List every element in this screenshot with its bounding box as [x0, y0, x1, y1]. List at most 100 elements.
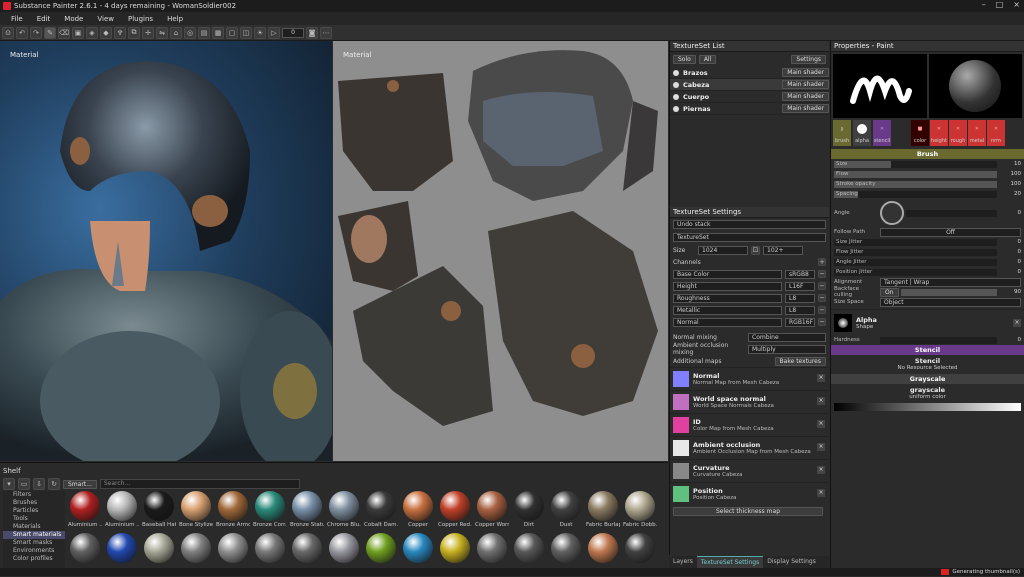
menu-edit[interactable]: Edit: [30, 15, 58, 23]
select-tool-icon[interactable]: ⊙: [2, 26, 14, 39]
baked-map-item[interactable]: ID Color Map from Mesh Cabeza ×: [670, 413, 829, 436]
material-preview[interactable]: [928, 54, 1022, 118]
shelf-category-item[interactable]: Environments: [3, 547, 65, 555]
material-channel-slot[interactable]: ✕ nrm: [987, 120, 1005, 146]
baked-map-item[interactable]: Curvature Curvature Cabeza ×: [670, 459, 829, 482]
brush-param-value[interactable]: 20: [999, 191, 1021, 197]
ao-mixing-dropdown[interactable]: Multiply: [748, 344, 826, 354]
textureset-row[interactable]: Cabeza Main shader: [670, 79, 829, 91]
light-icon[interactable]: ☀: [254, 26, 266, 39]
channel-format-dropdown[interactable]: L8: [785, 293, 815, 303]
camera-icon[interactable]: ⌂: [170, 26, 182, 39]
normal-mixing-dropdown[interactable]: Combine: [748, 332, 826, 342]
jitter-slider[interactable]: Size Jitter: [834, 238, 997, 246]
cube-icon[interactable]: ▢: [226, 26, 238, 39]
grayscale-gradient[interactable]: [834, 403, 1021, 411]
hardness-slider[interactable]: [880, 336, 997, 344]
close-icon[interactable]: ×: [1013, 0, 1020, 9]
settings-button[interactable]: Settings: [791, 55, 826, 64]
remove-map-icon[interactable]: ×: [817, 420, 825, 428]
size-dropdown[interactable]: 1024: [698, 245, 748, 255]
remove-map-icon[interactable]: ×: [817, 443, 825, 451]
material-channel-slot[interactable]: ✕ rough: [949, 120, 967, 146]
stencil-section-header[interactable]: Stencil: [831, 345, 1024, 355]
viewport-2d[interactable]: Material: [333, 41, 668, 461]
material-thumb[interactable]: Bronze Armor: [216, 491, 250, 535]
redo-icon[interactable]: ↷: [30, 26, 42, 39]
shelf-category-item[interactable]: Smart masks: [3, 539, 65, 547]
all-button[interactable]: All: [698, 55, 717, 64]
remove-channel-icon[interactable]: −: [818, 294, 826, 302]
shelf-search-input[interactable]: Search...: [99, 479, 300, 489]
angle-dial[interactable]: [880, 201, 904, 225]
brush-param-slider[interactable]: Size: [834, 160, 997, 168]
grayscale-section-header[interactable]: Grayscale: [831, 374, 1024, 384]
jitter-value[interactable]: 0: [999, 259, 1022, 265]
remove-channel-icon[interactable]: −: [818, 270, 826, 278]
shelf-category-item[interactable]: Tools: [3, 515, 65, 523]
visibility-eye-icon[interactable]: [673, 81, 679, 88]
menu-view[interactable]: View: [90, 15, 121, 23]
material-thumb[interactable]: Aluminium ...: [105, 491, 139, 535]
textureset-row[interactable]: Brazos Main shader: [670, 67, 829, 79]
brush-preview[interactable]: [833, 54, 927, 118]
geometry-decal-icon[interactable]: ◈: [86, 26, 98, 39]
size-space-dropdown[interactable]: Object: [880, 297, 1021, 307]
material-thumb[interactable]: Bone Stylized: [179, 491, 213, 535]
alpha-slot[interactable]: alpha: [853, 120, 871, 146]
camera-persp-icon[interactable]: ▷: [268, 26, 280, 39]
toolbar-value-field[interactable]: 0: [282, 27, 304, 38]
visibility-eye-icon[interactable]: [673, 69, 679, 76]
smudge-tool-icon[interactable]: ♆: [114, 26, 126, 39]
material-thumb[interactable]: Copper Worn: [475, 491, 509, 535]
remove-map-icon[interactable]: ×: [817, 466, 825, 474]
shelf-tab-smart[interactable]: Smart...: [63, 479, 97, 489]
angle-slider[interactable]: [906, 209, 997, 217]
material-thumb[interactable]: Dust: [549, 491, 583, 535]
brush-param-value[interactable]: 10: [999, 161, 1021, 167]
material-channel-slot[interactable]: ✕ height: [930, 120, 948, 146]
material-thumb[interactable]: Baseball Hat...: [142, 491, 176, 535]
material-thumb[interactable]: Bronze Statue: [290, 491, 324, 535]
shader-button[interactable]: Main shader: [782, 80, 829, 89]
jitter-slider[interactable]: Angle Jitter: [834, 258, 997, 266]
shelf-collapse-icon[interactable]: ▾: [3, 478, 15, 490]
backface-slider[interactable]: [900, 288, 997, 296]
alpha-remove-icon[interactable]: ×: [1013, 318, 1021, 327]
channel-format-dropdown[interactable]: L16F: [785, 281, 815, 291]
size-lock-icon[interactable]: ⊡: [751, 245, 760, 255]
material-thumb[interactable]: Chrome Blu...: [327, 491, 361, 535]
baked-map-item[interactable]: Normal Normal Map from Mesh Cabeza ×: [670, 367, 829, 390]
split-view-icon[interactable]: ◫: [240, 26, 252, 39]
jitter-value[interactable]: 0: [999, 249, 1022, 255]
baked-map-item[interactable]: Ambient occlusion Ambient Occlusion Map f…: [670, 436, 829, 459]
remove-map-icon[interactable]: ×: [817, 374, 825, 382]
shelf-folder-icon[interactable]: ▭: [18, 478, 30, 490]
solo-button[interactable]: Solo: [673, 55, 696, 64]
jitter-value[interactable]: 0: [999, 269, 1022, 275]
shelf-category-item[interactable]: Particles: [3, 507, 65, 515]
channel-format-dropdown[interactable]: L8: [785, 305, 815, 315]
menu-mode[interactable]: Mode: [57, 15, 90, 23]
menu-help[interactable]: Help: [160, 15, 190, 23]
material-thumb[interactable]: Bronze Corr...: [253, 491, 287, 535]
material-channel-slot[interactable]: ■ color: [911, 120, 929, 146]
shelf-category-item[interactable]: Filters: [3, 491, 65, 499]
jitter-slider[interactable]: Position Jitter: [834, 268, 997, 276]
tab-layers[interactable]: Layers: [669, 556, 697, 568]
shelf-category-item[interactable]: Brushes: [3, 499, 65, 507]
channel-format-dropdown[interactable]: RGB16F: [785, 317, 815, 327]
viewport-3d[interactable]: Material: [0, 41, 332, 461]
screenshot-icon[interactable]: ◙: [306, 26, 318, 39]
visibility-eye-icon[interactable]: [673, 105, 679, 112]
projection-tool-icon[interactable]: ▣: [72, 26, 84, 39]
brush-param-slider[interactable]: Stroke opacity: [834, 180, 997, 188]
follow-path-toggle[interactable]: Off: [880, 227, 1021, 237]
shelf-refresh-icon[interactable]: ↻: [48, 478, 60, 490]
remove-channel-icon[interactable]: −: [818, 318, 826, 326]
view-mode-icon[interactable]: ▤: [198, 26, 210, 39]
maximize-icon[interactable]: □: [996, 0, 1004, 9]
textureset-row[interactable]: Cuerpo Main shader: [670, 91, 829, 103]
undo-icon[interactable]: ↶: [16, 26, 28, 39]
shelf-category-item[interactable]: Materials: [3, 523, 65, 531]
